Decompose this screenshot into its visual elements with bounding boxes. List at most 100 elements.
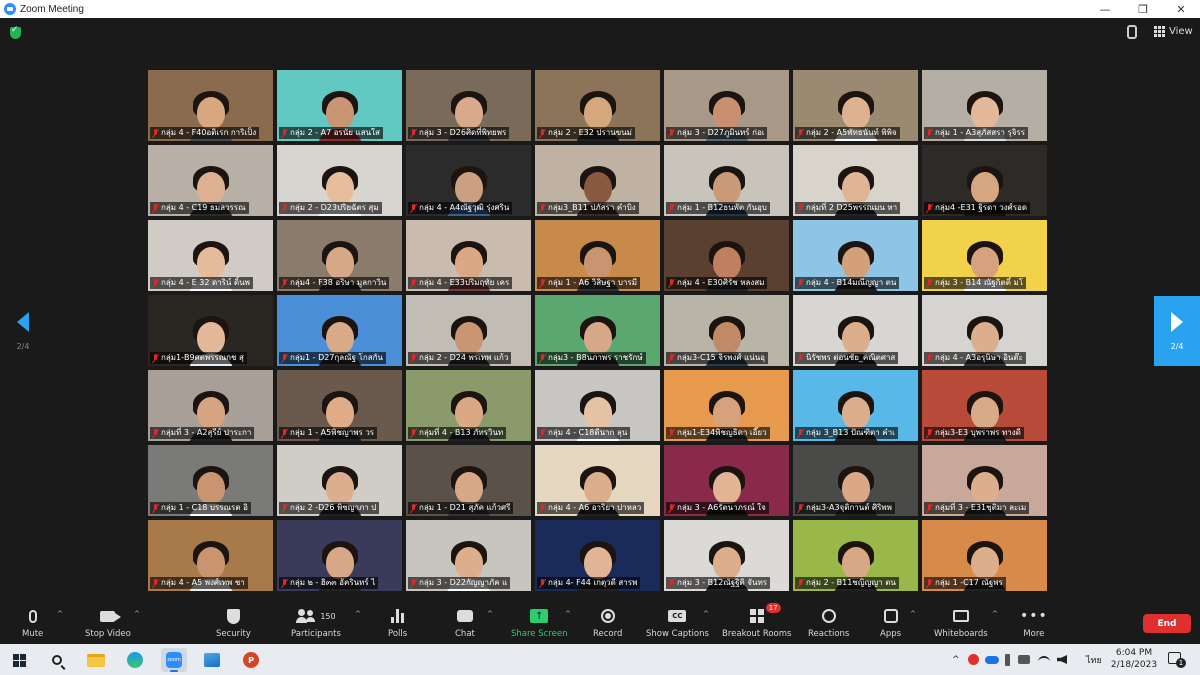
security-button[interactable]: Security <box>216 606 251 642</box>
participant-video-tile[interactable]: กลุ่ม 4 - E 32 ดาริน์ ดิ้นพ <box>148 220 273 291</box>
participant-video-tile[interactable]: กลุ่ม 4 - B14มณีญญา ตน <box>793 220 918 291</box>
share-screen-button[interactable]: ↑ Share Screen <box>511 606 567 642</box>
participant-video-tile[interactable]: กลุ่ม4 -E31 ฐิรดา วงศ์รอด <box>922 145 1047 216</box>
participant-video-tile[interactable]: กลุ่ม 2 - A7 อรนัย แสนใส <box>277 70 402 141</box>
participant-video-tile[interactable]: กลุ่ม 3 - B14 ณัฐกิตติ์ มโ <box>922 220 1047 291</box>
participant-video-tile[interactable]: กลุ่ม 4 - E30ศิรัช หลงสม <box>664 220 789 291</box>
participant-video-tile[interactable]: กลุ่ม 3 - D26ศิดที่พิทยพร <box>406 70 531 141</box>
apps-button[interactable]: Apps <box>880 606 901 642</box>
participant-video-tile[interactable]: กลุ่ม 1 - B12ธนพัต กันอุบ <box>664 145 789 216</box>
participant-video-tile[interactable]: กลุ่ม 2 - E32 ปรานขนม่ <box>535 70 660 141</box>
participant-video-tile[interactable]: กลุ่ม 4 - C18ดีนาก ลุน <box>535 370 660 441</box>
search-button[interactable] <box>44 648 70 672</box>
muted-microphone-icon <box>668 578 675 588</box>
participant-video-tile[interactable]: กลุ่ม 1 - C18 บรรณรต อิ <box>148 445 273 516</box>
participant-video-tile[interactable]: กลุ่ม 1 - A3สุภัสสรา รุจิรร <box>922 70 1047 141</box>
participant-video-tile[interactable]: กลุ่ม1-B9ศตพรรณกช สุ <box>148 295 273 366</box>
participant-video-tile[interactable]: กลุ่มที่ 2 D25พรรณมน หา <box>793 145 918 216</box>
error-icon[interactable] <box>968 654 979 665</box>
zoom-taskbar-button[interactable]: zoom <box>161 648 187 672</box>
participant-video-tile[interactable]: กลุ่ม 3 - D27ภูมินทร์ ก่อเ <box>664 70 789 141</box>
file-explorer-button[interactable] <box>83 648 109 672</box>
participant-video-tile[interactable]: กลุ่ม 2 - D24 พรเทพ แก้ว <box>406 295 531 366</box>
captions-options-caret[interactable]: ^ <box>703 610 709 618</box>
speaker-icon[interactable] <box>1057 655 1067 664</box>
show-captions-button[interactable]: CC Show Captions <box>646 606 709 642</box>
participant-video-tile[interactable]: กลุ่ม ๒ - ฮิ๓๓ อัครินทร์ ไ <box>277 520 402 591</box>
reactions-button[interactable]: Reactions <box>808 606 849 642</box>
participants-button[interactable]: 150 Participants <box>291 606 341 642</box>
participant-video-tile[interactable]: กลุ่มที่ 3 - A2สุรีย์ ปาระกา <box>148 370 273 441</box>
participant-video-tile[interactable]: กลุ่ม 1 - A5พิชญาพร วร <box>277 370 402 441</box>
participant-nameplate: กลุ่ม 1 - A3สุภัสสรา รุจิรร <box>924 127 1029 139</box>
participant-video-tile[interactable]: กลุ่ม 1 - D21 สุภัค แก้วศรี <box>406 445 531 516</box>
participant-nameplate: กลุ่มที่ 4 - B13 ภัทรวินท <box>408 427 507 439</box>
view-button[interactable]: View <box>1154 26 1193 37</box>
maximize-button[interactable]: ❐ <box>1124 0 1162 18</box>
participant-video-tile[interactable]: กลุ่ม 1 - A6 วิสิษฐา บารมี <box>535 220 660 291</box>
participant-video-tile[interactable]: กลุ่ม1-E34พิชญธิดา เอี๊ยว <box>664 370 789 441</box>
powerpoint-button[interactable]: P <box>238 648 264 672</box>
language-indicator[interactable]: ไทย <box>1086 644 1102 675</box>
participant-video-tile[interactable]: กลุ่ม 4 - A4ณัฐวุฒิ รุ่งศริน <box>406 145 531 216</box>
participant-video-tile[interactable]: กลุ่ม3-A3จุติกานต์ ศิริพพ <box>793 445 918 516</box>
taskbar-clock[interactable]: 6:04 PM 2/18/2023 <box>1106 647 1162 671</box>
share-options-caret[interactable]: ^ <box>565 610 571 618</box>
participant-video-tile[interactable]: กลุ่ม 3 - D22กัญญาภัค แ <box>406 520 531 591</box>
whiteboards-options-caret[interactable]: ^ <box>992 610 998 618</box>
participant-video-tile[interactable]: กลุ่ม 2 - D23ปริยฉัตร สุม <box>277 145 402 216</box>
previous-page-button[interactable]: 2/4 <box>0 296 46 366</box>
usb-icon[interactable] <box>1005 653 1010 666</box>
participant-video-tile[interactable]: กลุ่ม 4 - C19 ธมลวรรณ <box>148 145 273 216</box>
video-options-caret[interactable]: ^ <box>134 610 140 618</box>
participant-video-tile[interactable]: กลุ่ม 4 - F40อติเรก การิเป็ง <box>148 70 273 141</box>
participant-video-tile[interactable]: กลุ่มที่ 3 - E31ชุติมา ละเม <box>922 445 1047 516</box>
participants-options-caret[interactable]: ^ <box>355 610 361 618</box>
close-window-button[interactable]: ✕ <box>1162 0 1200 18</box>
participant-video-tile[interactable]: กลุ่ม 2 -D26 พิชญาภา ป <box>277 445 402 516</box>
mute-button[interactable]: Mute <box>22 606 43 642</box>
whiteboards-button[interactable]: Whiteboards <box>934 606 988 642</box>
participant-video-tile[interactable]: กลุ่มที่ 4 - B13 ภัทรวินท <box>406 370 531 441</box>
minimize-button[interactable]: — <box>1086 0 1124 18</box>
wifi-icon[interactable] <box>1038 655 1050 664</box>
stop-video-button[interactable]: Stop Video <box>85 606 131 642</box>
participant-video-tile[interactable]: กลุ่ม3-C15 จิรพงศ์ แน่นอุ <box>664 295 789 366</box>
start-button[interactable] <box>6 648 32 672</box>
participant-video-tile[interactable]: กลุ่ม 4 - E33ปริมฤทัย เคร <box>406 220 531 291</box>
breakout-rooms-button[interactable]: 17 Breakout Rooms <box>722 603 791 642</box>
participant-video-tile[interactable]: กลุ่ม 4- F44 เกตุวดี สารพ <box>535 520 660 591</box>
participant-video-tile[interactable]: กลุ่ม 4 - A3อรุนิษา อินต๊ะ <box>922 295 1047 366</box>
participant-video-tile[interactable]: กลุ่ม1 - D27กุลณัฐ โกสกัน <box>277 295 402 366</box>
participant-video-tile[interactable]: นิรัชพร ต่อนชัย_คณิตศาส <box>793 295 918 366</box>
shield-check-icon[interactable] <box>10 25 21 39</box>
participant-video-tile[interactable]: กลุ่ม3_B11 ปภัสรา คำบิง <box>535 145 660 216</box>
chat-options-caret[interactable]: ^ <box>487 610 493 618</box>
next-page-button[interactable]: 2/4 <box>1154 296 1200 366</box>
participant-video-tile[interactable]: กลุ่ม4 - F38 อริษา มูลกาวิน <box>277 220 402 291</box>
participant-video-tile[interactable]: กลุ่ม 2 - B11ชญิญญา ตน <box>793 520 918 591</box>
participant-video-tile[interactable]: กลุ่ม3 - B8นภาพร ราชรักษ์ <box>535 295 660 366</box>
participant-video-tile[interactable]: กลุ่ม 1 -C17 ณัฐพร <box>922 520 1047 591</box>
participant-video-tile[interactable]: กลุ่ม 4 - A6 อาริยา ปาหลว <box>535 445 660 516</box>
audio-options-caret[interactable]: ^ <box>57 610 63 618</box>
participant-nameplate: กลุ่ม3-E3 บุพราพร ทางดี <box>924 427 1024 439</box>
polls-button[interactable]: Polls <box>388 606 407 642</box>
cloud-icon[interactable] <box>985 655 999 664</box>
more-button[interactable]: ••• More <box>1020 606 1048 642</box>
participant-video-tile[interactable]: กลุ่ม 3 - B12ณัฐฐิติ จันทร <box>664 520 789 591</box>
participant-video-tile[interactable]: กลุ่ม 2 - A5พัทธนันท์ พิพิจ <box>793 70 918 141</box>
record-button[interactable]: Record <box>593 606 622 642</box>
participant-video-tile[interactable]: กลุ่ม 3_B13 ปัณฑิตา คำเ <box>793 370 918 441</box>
participant-video-tile[interactable]: กลุ่ม3-E3 บุพราพร ทางดี <box>922 370 1047 441</box>
camera-tray-icon[interactable] <box>1018 655 1030 664</box>
end-meeting-button[interactable]: End <box>1143 614 1191 633</box>
participant-video-tile[interactable]: กลุ่ม 3 - A6รัตนาภรณ์ ใจ <box>664 445 789 516</box>
apps-options-caret[interactable]: ^ <box>910 610 916 618</box>
photos-button[interactable] <box>199 648 225 672</box>
edge-browser-button[interactable] <box>122 648 148 672</box>
chat-button[interactable]: Chat <box>455 606 475 642</box>
tray-overflow-caret[interactable]: ^ <box>952 644 960 675</box>
participant-video-tile[interactable]: กลุ่ม 4 - A5 พงศ์เทพ ชา <box>148 520 273 591</box>
lock-icon[interactable] <box>1127 25 1137 39</box>
